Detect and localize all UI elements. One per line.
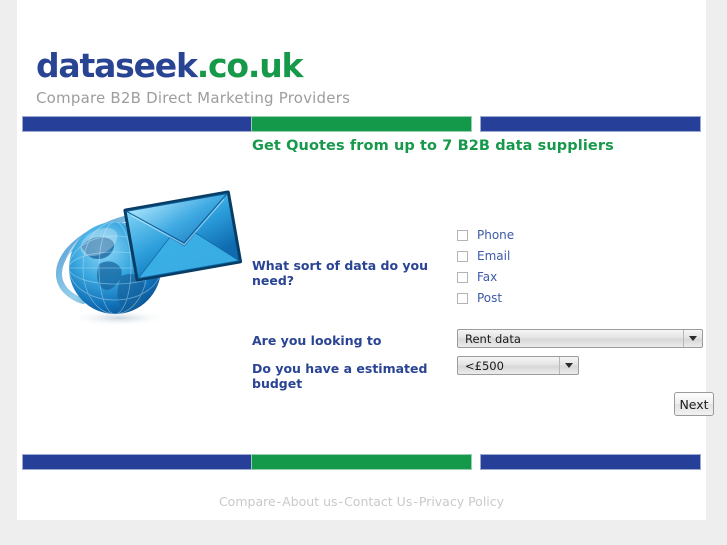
checkbox-item-email[interactable]: Email	[457, 246, 514, 267]
checkbox-label-fax: Fax	[477, 270, 498, 284]
globe-envelope-icon	[37, 168, 247, 333]
decorative-bar-blue-right	[480, 116, 701, 132]
footer-link-privacy-policy[interactable]: Privacy Policy	[419, 494, 504, 509]
field-label-data-type: What sort of data do you need?	[252, 258, 429, 288]
checkbox-item-post[interactable]: Post	[457, 288, 514, 309]
checkbox-label-post: Post	[477, 291, 503, 305]
decorative-bar-blue-right	[480, 454, 701, 470]
site-tagline: Compare B2B Direct Marketing Providers	[36, 89, 351, 107]
select-budget[interactable]: <£500	[457, 356, 579, 375]
select-value-budget: <£500	[465, 359, 504, 373]
footer-links: Compare-About us-Contact Us-Privacy Poli…	[17, 494, 706, 509]
select-wrapper-looking-to: Rent data	[457, 329, 703, 348]
checkbox-group-data-type: Phone Email Fax Post	[457, 225, 514, 309]
chevron-down-icon[interactable]	[559, 357, 578, 374]
chevron-down-icon[interactable]	[683, 330, 702, 347]
top-bar-strip	[17, 116, 706, 134]
footer-link-about-us[interactable]: About us	[282, 494, 337, 509]
select-looking-to[interactable]: Rent data	[457, 329, 703, 348]
select-value-looking-to: Rent data	[465, 332, 521, 346]
checkbox-email[interactable]	[457, 251, 468, 262]
decorative-bar-green-center	[251, 454, 472, 470]
footer-link-compare[interactable]: Compare	[219, 494, 276, 509]
logo-wordmark: dataseek.co.uk	[36, 48, 456, 84]
next-button[interactable]: Next	[674, 392, 714, 416]
decorative-bar-green-center	[251, 116, 472, 132]
checkbox-item-fax[interactable]: Fax	[457, 267, 514, 288]
checkbox-label-email: Email	[477, 249, 511, 263]
footer-link-contact-us[interactable]: Contact Us	[344, 494, 412, 509]
page-headline: Get Quotes from up to 7 B2B data supplie…	[252, 138, 614, 154]
field-label-looking-to: Are you looking to	[252, 333, 382, 348]
site-logo[interactable]: dataseek.co.uk Compare B2B Direct Market…	[36, 48, 456, 108]
logo-primary-text: dataseek	[36, 46, 198, 85]
logo-suffix-text: .co.uk	[196, 46, 304, 85]
decorative-bar-blue-left	[22, 116, 254, 132]
select-wrapper-budget: <£500	[457, 356, 579, 375]
checkbox-fax[interactable]	[457, 272, 468, 283]
checkbox-item-phone[interactable]: Phone	[457, 225, 514, 246]
field-label-budget: Do you have a estimated budget	[252, 361, 428, 391]
bottom-bar-strip	[17, 454, 706, 472]
checkbox-phone[interactable]	[457, 230, 468, 241]
checkbox-label-phone: Phone	[477, 228, 515, 242]
decorative-bar-blue-left	[22, 454, 254, 470]
checkbox-post[interactable]	[457, 293, 468, 304]
page-content: dataseek.co.uk Compare B2B Direct Market…	[17, 0, 714, 520]
